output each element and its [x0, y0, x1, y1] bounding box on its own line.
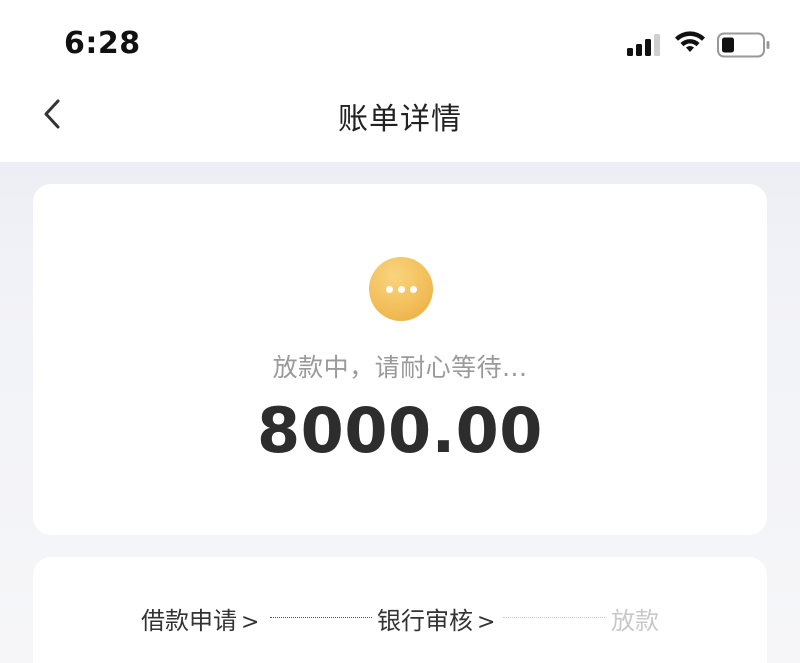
step-bank-review: 银行审核 >	[377, 607, 496, 635]
bill-detail-screen: 6:28 账单详情 放款中，请耐心等待... 8000.00 借款申请 > 银行…	[0, 0, 800, 663]
battery-icon	[717, 32, 770, 58]
loan-status-card: 放款中，请耐心等待... 8000.00	[33, 184, 767, 535]
step-loan-application: 借款申请 >	[141, 607, 260, 635]
loan-status-text: 放款中，请耐心等待...	[272, 353, 528, 382]
step-connector	[270, 617, 372, 618]
wifi-icon	[675, 31, 705, 52]
loan-amount: 8000.00	[257, 394, 543, 467]
step-arrow-icon: >	[241, 610, 260, 635]
step-disbursement: 放款	[611, 607, 659, 635]
signal-icon	[627, 34, 663, 56]
status-time: 6:28	[64, 26, 141, 61]
step-arrow-icon: >	[477, 610, 496, 635]
loan-progress-card: 借款申请 > 银行审核 > 放款	[33, 557, 767, 663]
pending-dots-icon	[369, 257, 433, 321]
nav-bar: 账单详情	[0, 88, 800, 162]
step-connector	[503, 617, 605, 618]
status-bar: 6:28	[0, 0, 800, 88]
page-title: 账单详情	[338, 102, 462, 137]
